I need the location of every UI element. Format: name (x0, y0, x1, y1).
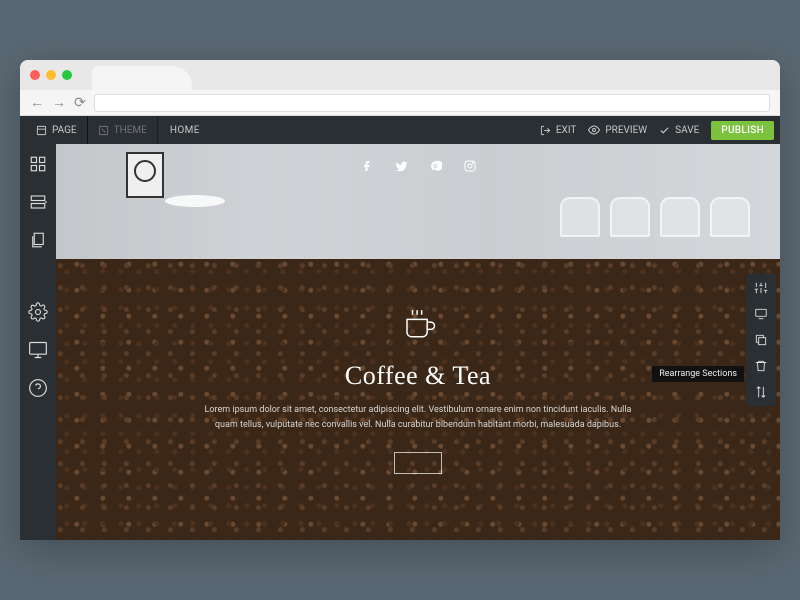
window-controls (30, 70, 72, 80)
copy-icon (754, 333, 768, 347)
maximize-window-button[interactable] (62, 70, 72, 80)
coffee-title: Coffee & Tea (345, 361, 491, 391)
help-button[interactable] (28, 378, 48, 398)
reload-icon[interactable]: ⟳ (74, 95, 86, 111)
cup-icon (394, 299, 442, 347)
monitor-small-icon (754, 307, 768, 321)
theme-icon (98, 125, 109, 136)
pages-icon (29, 231, 47, 249)
twitter-icon[interactable] (395, 160, 408, 173)
social-row (56, 160, 780, 173)
theme-tab-label: THEME (114, 125, 147, 136)
page-icon (36, 125, 47, 136)
preview-label: PREVIEW (605, 125, 647, 136)
preview-button[interactable]: PREVIEW (588, 124, 647, 136)
exit-button[interactable]: EXIT (540, 125, 577, 136)
section-settings-button[interactable] (753, 280, 769, 296)
gear-icon (28, 302, 48, 322)
exit-icon (540, 125, 551, 136)
browser-tabs-bar (20, 60, 780, 90)
eye-icon (588, 124, 600, 136)
back-icon[interactable]: ← (30, 94, 44, 111)
publish-label: PUBLISH (721, 125, 764, 136)
tooltip: Rearrange Sections (652, 366, 744, 382)
save-button[interactable]: SAVE (659, 125, 699, 136)
add-section-icon (29, 193, 47, 211)
close-window-button[interactable] (30, 70, 40, 80)
top-bar-left: PAGE THEME HOME (26, 116, 200, 144)
chairs-decor (56, 191, 780, 241)
canvas: Coffee & Tea Lorem ipsum dolor sit amet,… (56, 144, 780, 540)
browser-toolbar: ← → ⟳ (20, 90, 780, 116)
hero-section[interactable] (56, 144, 780, 259)
section-tools-panel (746, 274, 776, 406)
browser-window: ← → ⟳ PAGE THEME HOME EXIT (20, 60, 780, 540)
monitor-icon (28, 340, 48, 360)
left-rail (20, 144, 56, 540)
minimize-window-button[interactable] (46, 70, 56, 80)
trash-icon (754, 359, 768, 373)
top-bar-right: EXIT PREVIEW SAVE PUBLISH (540, 121, 774, 140)
duplicate-section-button[interactable] (753, 306, 769, 322)
save-label: SAVE (675, 125, 699, 136)
add-section-button[interactable] (28, 192, 48, 212)
exit-label: EXIT (556, 125, 577, 136)
check-icon (659, 125, 670, 136)
browser-tab[interactable] (92, 66, 192, 90)
blocks-icon (29, 155, 47, 173)
sliders-icon (754, 281, 768, 295)
coffee-section[interactable]: Coffee & Tea Lorem ipsum dolor sit amet,… (56, 259, 780, 540)
delete-section-button[interactable] (753, 358, 769, 374)
facebook-icon[interactable] (361, 160, 373, 173)
help-icon (28, 378, 48, 398)
pinterest-icon[interactable] (430, 160, 442, 173)
page-tab-label: PAGE (52, 125, 77, 136)
desktop-preview-button[interactable] (28, 340, 48, 360)
main-row: Coffee & Tea Lorem ipsum dolor sit amet,… (20, 144, 780, 540)
rearrange-icon (754, 385, 768, 399)
url-input[interactable] (94, 94, 770, 112)
rearrange-sections-button[interactable] (753, 384, 769, 400)
cta-button[interactable] (394, 452, 441, 474)
publish-button[interactable]: PUBLISH (711, 121, 774, 140)
forward-icon[interactable]: → (52, 94, 66, 111)
instagram-icon[interactable] (464, 160, 476, 173)
site-builder-app: PAGE THEME HOME EXIT PREVIEW (20, 116, 780, 540)
copy-section-button[interactable] (753, 332, 769, 348)
coffee-body: Lorem ipsum dolor sit amet, consectetur … (198, 403, 638, 434)
settings-button[interactable] (28, 302, 48, 322)
pages-button[interactable] (28, 230, 48, 250)
page-tab[interactable]: PAGE (26, 116, 88, 144)
blocks-button[interactable] (28, 154, 48, 174)
theme-tab[interactable]: THEME (88, 116, 158, 144)
current-page-label: HOME (170, 125, 200, 136)
top-bar: PAGE THEME HOME EXIT PREVIEW (20, 116, 780, 144)
